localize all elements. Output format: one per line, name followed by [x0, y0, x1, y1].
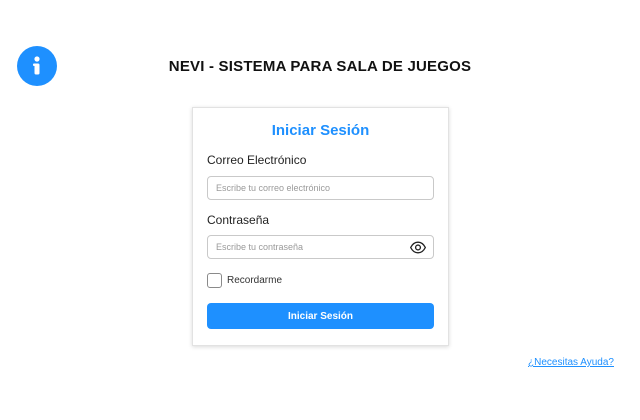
login-button[interactable]: Iniciar Sesión	[207, 303, 434, 329]
page-title-text: NEVI - SISTEMA PARA SALA DE JUEGOS	[168, 58, 472, 75]
help-link[interactable]: ¿Necesitas Ayuda?	[528, 357, 614, 368]
login-card: Iniciar Sesión Correo Electrónico Contra…	[192, 107, 449, 346]
email-field[interactable]	[208, 177, 433, 199]
email-label: Correo Electrónico	[207, 153, 307, 167]
password-label: Contraseña	[207, 213, 270, 227]
login-title: Iniciar Sesión	[271, 122, 370, 139]
email-field-box	[207, 176, 434, 200]
password-field[interactable]	[208, 236, 433, 258]
remember-me-checkbox[interactable]	[207, 273, 222, 288]
remember-me-label: Recordarme	[227, 275, 283, 286]
remember-me-row: Recordarme	[207, 273, 282, 288]
eye-icon[interactable]	[410, 241, 426, 254]
password-field-box	[207, 235, 434, 259]
page-title: NEVI - SISTEMA PARA SALA DE JUEGOS	[0, 58, 640, 75]
